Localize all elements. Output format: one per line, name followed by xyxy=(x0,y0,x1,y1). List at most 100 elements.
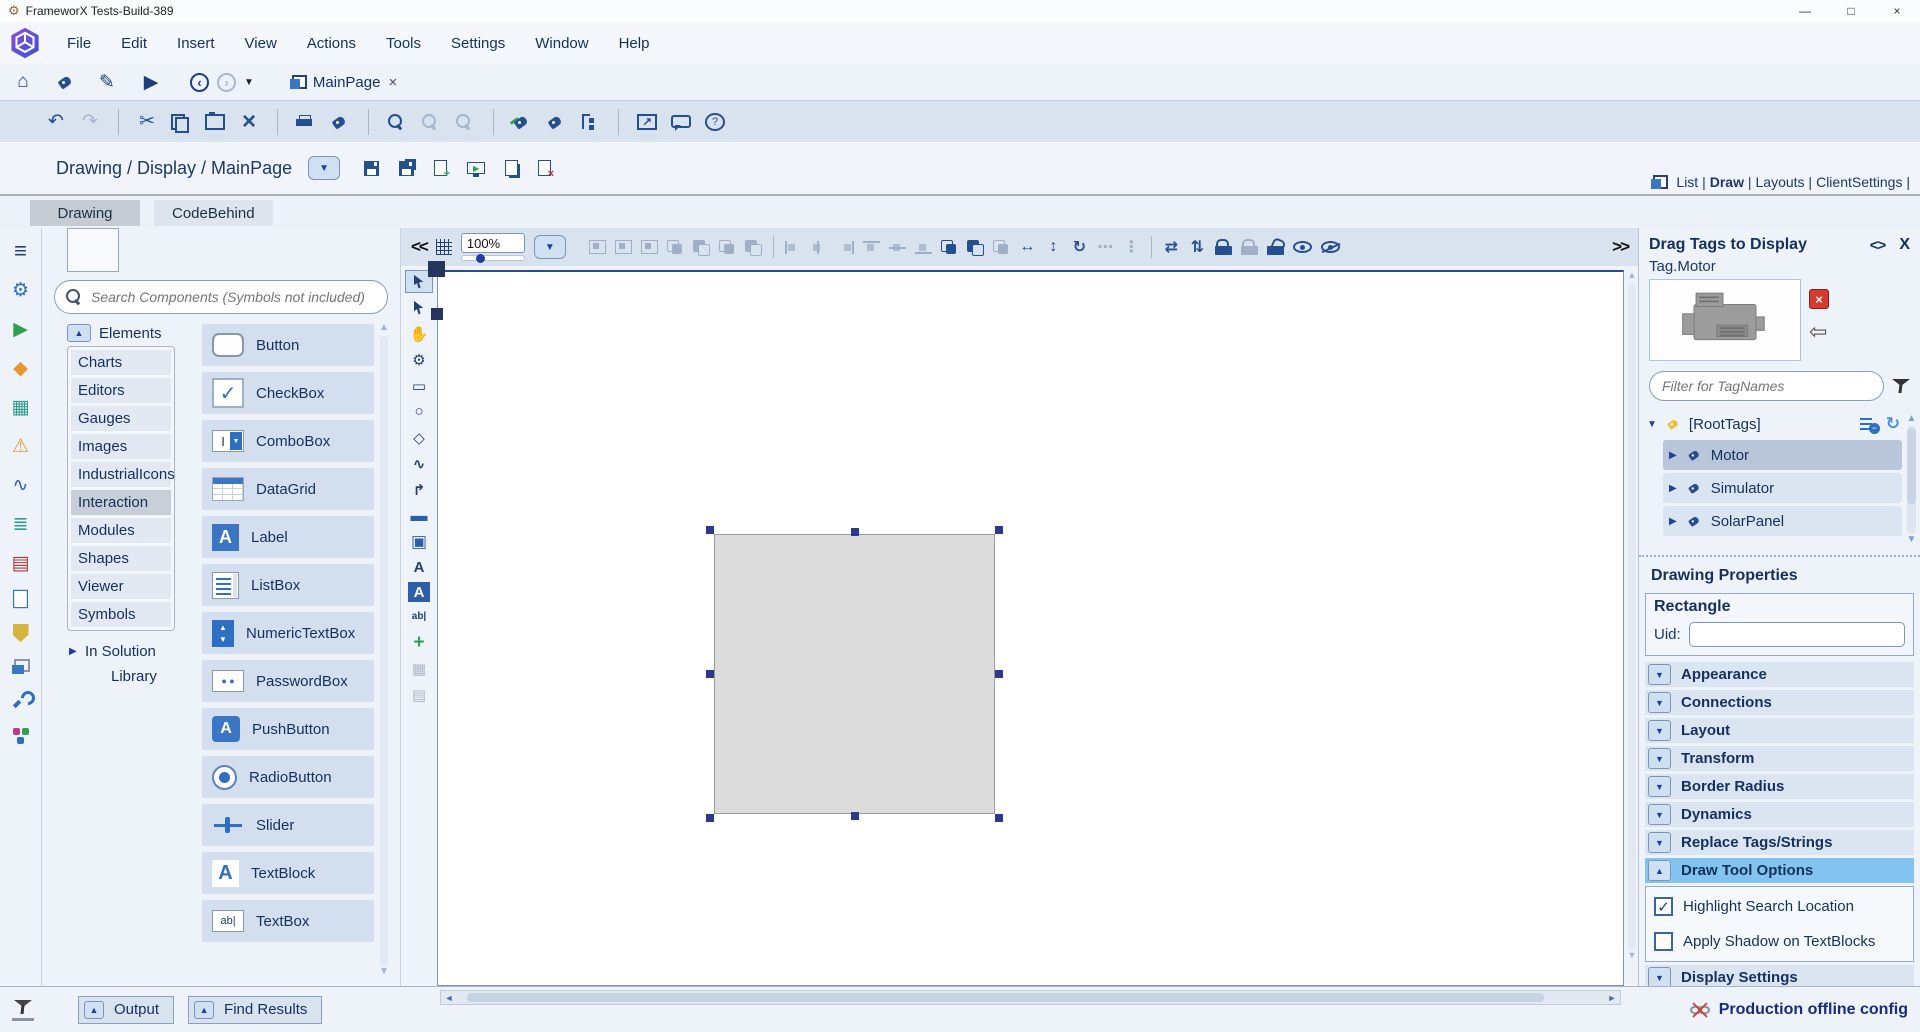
scroll-track[interactable] xyxy=(1907,426,1916,534)
expand-node-icon[interactable]: ▶ xyxy=(1669,483,1677,494)
separator[interactable] xyxy=(277,109,278,135)
textblock-tool[interactable]: A xyxy=(408,582,430,602)
property-section[interactable]: Border Radius xyxy=(1645,774,1914,799)
close-button[interactable]: × xyxy=(1874,0,1920,22)
pan-tool[interactable]: ✋ xyxy=(405,322,433,345)
collapse-node-icon[interactable]: ▼ xyxy=(1647,419,1657,430)
distribute-icon[interactable]: ⋯ xyxy=(1097,238,1114,256)
root-tags-row[interactable]: ▼ [RootTags] ↻ xyxy=(1645,411,1902,437)
menu-item[interactable]: View xyxy=(230,29,292,58)
menu-item[interactable]: File xyxy=(52,29,106,58)
expand-section-icon[interactable] xyxy=(1648,720,1671,741)
canvas-vertical-scrollbar[interactable]: ▲ ▼ xyxy=(1626,270,1638,964)
component-card[interactable]: Button xyxy=(202,324,374,366)
order-backward-icon[interactable] xyxy=(719,240,736,255)
component-card[interactable]: PasswordBox xyxy=(202,660,374,702)
import-display-icon[interactable] xyxy=(505,160,518,176)
menu-item[interactable]: Help xyxy=(604,29,665,58)
new-display-icon[interactable] xyxy=(434,160,447,176)
scroll-down-icon[interactable]: ▼ xyxy=(1907,534,1917,547)
canvas-origin-handle[interactable] xyxy=(428,261,445,277)
undo-icon[interactable]: ↶ xyxy=(46,111,66,133)
zoom-control[interactable] xyxy=(461,233,525,261)
category-item[interactable]: Images xyxy=(71,434,171,459)
scroll-down-icon[interactable]: ▼ xyxy=(379,966,389,980)
collapse-section-icon[interactable] xyxy=(1648,860,1671,881)
save-all-icon[interactable] xyxy=(399,161,414,176)
expand-panel-icon[interactable] xyxy=(194,1001,214,1019)
align-left-icon[interactable] xyxy=(785,241,802,254)
category-item[interactable]: Modules xyxy=(71,518,171,543)
paint-icon[interactable]: ✎ xyxy=(96,71,118,93)
connection-status[interactable]: Production offline config xyxy=(1689,1001,1908,1019)
canvas-horizontal-scrollbar[interactable]: ◄ ► xyxy=(440,990,1621,1005)
security-icon[interactable] xyxy=(13,624,29,642)
zoom-input[interactable] xyxy=(461,233,525,253)
search-prev-icon[interactable] xyxy=(455,113,475,131)
copy-icon[interactable] xyxy=(171,114,191,130)
separator[interactable] xyxy=(118,109,119,135)
tag-tree-item[interactable]: ▶ Motor xyxy=(1663,440,1902,470)
property-section[interactable]: Dynamics xyxy=(1645,802,1914,827)
tag-tree-item[interactable]: ▶ SolarPanel xyxy=(1663,506,1902,536)
datasets-icon[interactable]: ≣ xyxy=(9,513,33,535)
size-height-icon[interactable]: ↕ xyxy=(1045,238,1062,256)
solution-item[interactable]: ▶ In Solution xyxy=(67,643,175,660)
zoom-slider-thumb[interactable] xyxy=(476,254,485,263)
order-forward-icon[interactable] xyxy=(693,240,710,255)
property-section[interactable]: Transform xyxy=(1645,746,1914,771)
settings-icon[interactable]: ⚙ xyxy=(9,279,33,301)
expand-node-icon[interactable]: ▶ xyxy=(1669,516,1677,527)
ellipse-tool[interactable]: ○ xyxy=(405,400,433,423)
save-icon[interactable] xyxy=(364,161,379,176)
canvas-edge-handle[interactable] xyxy=(431,308,443,320)
property-section[interactable]: Replace Tags/Strings xyxy=(1645,830,1914,855)
component-card[interactable]: TextBox xyxy=(202,900,374,942)
polyline-tool[interactable]: ∿ xyxy=(405,452,433,475)
expand-section-icon[interactable] xyxy=(1648,776,1671,797)
category-item[interactable]: Symbols xyxy=(71,602,171,627)
filter-results-icon[interactable] xyxy=(14,999,32,1015)
view-link[interactable]: List xyxy=(1676,174,1705,190)
menu-item[interactable]: Insert xyxy=(162,29,230,58)
search-icon[interactable] xyxy=(387,113,407,131)
scroll-thumb[interactable] xyxy=(467,993,1544,1002)
back-arrow-icon[interactable]: ⇦ xyxy=(1809,319,1829,345)
scroll-up-icon[interactable]: ▲ xyxy=(379,322,389,336)
uid-input[interactable] xyxy=(1689,622,1905,647)
selection-handle[interactable] xyxy=(706,670,714,678)
scroll-up-icon[interactable]: ▲ xyxy=(1628,270,1637,284)
align-center-icon[interactable] xyxy=(811,241,828,254)
open-page-tab[interactable]: MainPage × xyxy=(290,74,397,91)
scripts-icon[interactable] xyxy=(13,590,28,608)
unlock-icon[interactable] xyxy=(1267,246,1284,255)
comments-icon[interactable] xyxy=(671,115,691,128)
print-icon[interactable] xyxy=(296,115,316,129)
selection-handle[interactable] xyxy=(995,814,1003,822)
textbox-tool[interactable]: ab| xyxy=(405,605,433,628)
component-card[interactable]: CheckBox xyxy=(202,372,374,414)
component-card[interactable]: TextBlock xyxy=(202,852,374,894)
modules-icon[interactable] xyxy=(13,728,20,735)
align-right-icon[interactable] xyxy=(837,241,854,254)
menu-item[interactable]: Window xyxy=(520,29,603,58)
category-item[interactable]: Charts xyxy=(71,350,171,375)
breadcrumb-dropdown-button[interactable]: ▼ xyxy=(308,156,340,180)
separator[interactable] xyxy=(1151,236,1152,258)
align-bottom-icon[interactable] xyxy=(915,241,932,254)
component-card[interactable]: ComboBox xyxy=(202,420,374,462)
expander-icon[interactable]: ▶ xyxy=(69,646,77,657)
close-tab-icon[interactable]: × xyxy=(388,74,397,91)
status-panel-button[interactable]: Find Results xyxy=(188,996,322,1024)
devices-icon[interactable]: ▦ xyxy=(9,396,33,418)
refresh-icon[interactable]: ↻ xyxy=(1886,414,1900,434)
collapse-left-button[interactable]: << xyxy=(411,237,427,257)
solution-item[interactable]: Library xyxy=(67,668,175,685)
category-item[interactable]: Interaction xyxy=(71,490,171,515)
help-icon[interactable] xyxy=(705,113,725,131)
navigate-back-icon[interactable]: ‹ xyxy=(190,73,209,92)
expand-panel-icon[interactable] xyxy=(84,1001,104,1019)
expand-section-icon[interactable] xyxy=(1648,692,1671,713)
group-icon[interactable] xyxy=(589,240,606,254)
property-section-active[interactable]: Draw Tool Options xyxy=(1645,858,1914,883)
